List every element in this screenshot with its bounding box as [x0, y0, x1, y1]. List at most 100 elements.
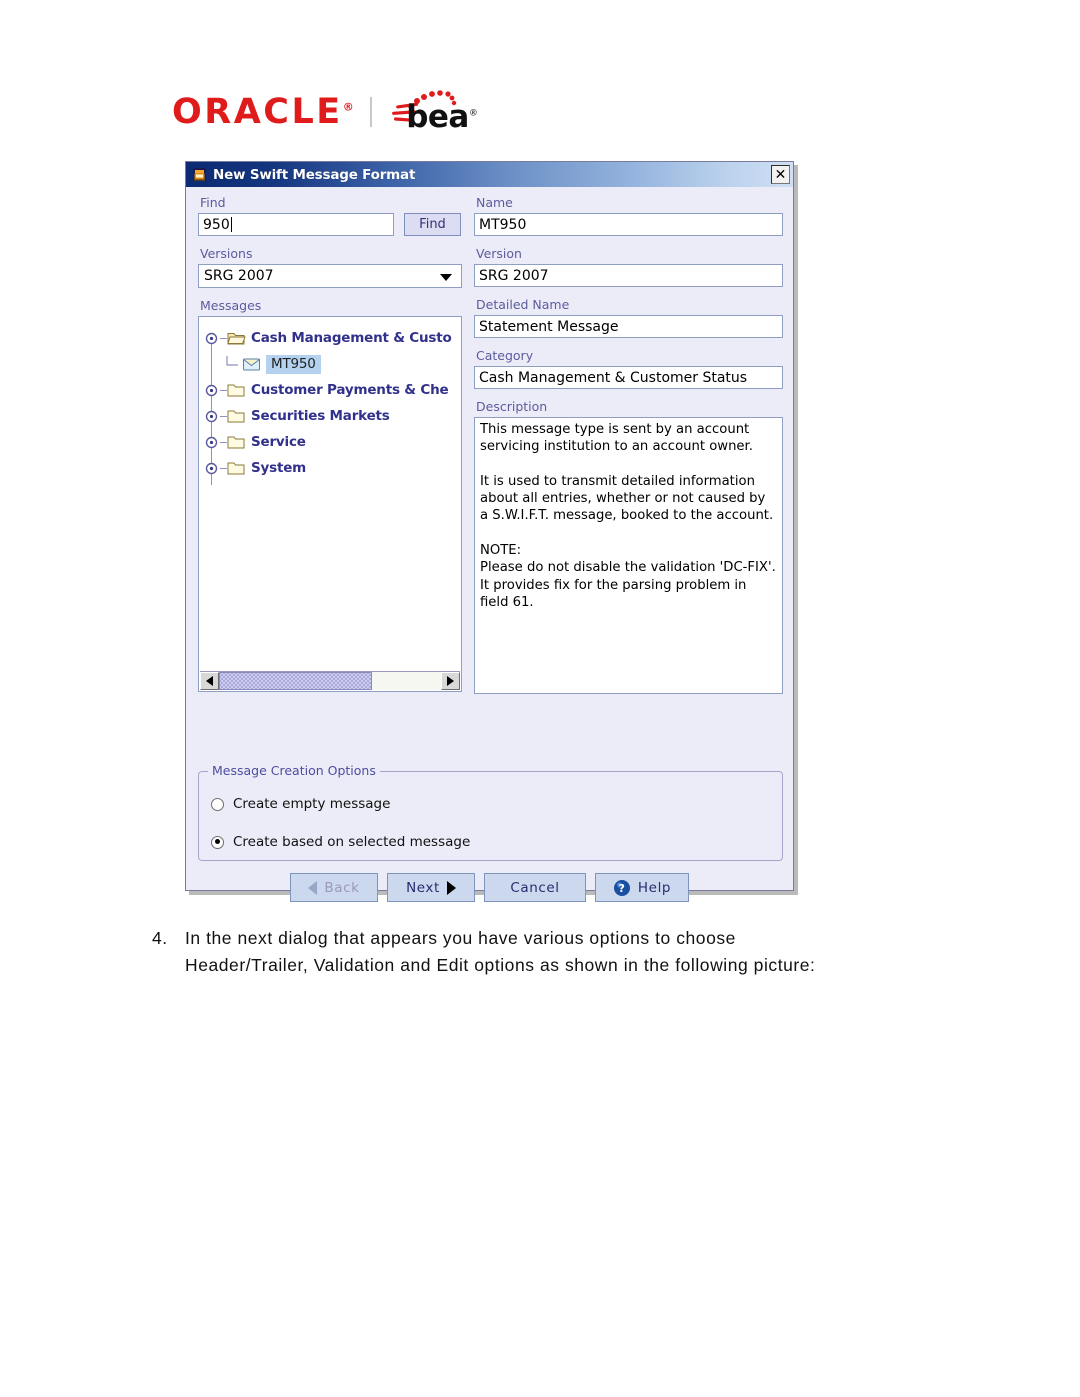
- logo-divider: [370, 97, 373, 127]
- scrollbar-track[interactable]: [219, 672, 441, 690]
- version-label: Version: [476, 246, 522, 261]
- tree-item-label: Securities Markets: [251, 408, 390, 424]
- expand-handle-icon[interactable]: [203, 382, 220, 399]
- folder-icon: [227, 382, 246, 398]
- oracle-wordmark: ORACLE®: [172, 91, 357, 132]
- dialog-body: Find 950 Find Versions SRG 2007 Messages: [186, 187, 793, 902]
- cancel-button-label: Cancel: [510, 879, 560, 896]
- dialog-columns: Find 950 Find Versions SRG 2007 Messages: [198, 195, 783, 694]
- back-button-label: Back: [324, 879, 360, 896]
- scrollbar-thumb[interactable]: [219, 672, 372, 690]
- versions-dropdown[interactable]: SRG 2007: [198, 264, 462, 288]
- folder-open-icon: [227, 330, 246, 346]
- expand-handle-icon[interactable]: [203, 434, 220, 451]
- find-row: 950 Find: [198, 213, 462, 236]
- tree-item-service[interactable]: Service: [199, 429, 461, 455]
- radio-create-based-on-selected[interactable]: Create based on selected message: [211, 829, 782, 855]
- cancel-button[interactable]: Cancel: [484, 873, 586, 902]
- expand-handle-icon[interactable]: [203, 330, 220, 347]
- find-input[interactable]: 950: [198, 213, 394, 236]
- tree-dash: [220, 441, 227, 443]
- oracle-registered-mark: ®: [342, 99, 357, 113]
- tree-item-customer-payments[interactable]: Customer Payments & Che: [199, 377, 461, 403]
- tree-elbow-icon: [225, 355, 242, 373]
- tree-item-system[interactable]: System: [199, 455, 461, 481]
- triangle-left-icon: [206, 676, 213, 686]
- version-field[interactable]: SRG 2007: [474, 264, 783, 287]
- oracle-bea-logo: ORACLE® bea®: [172, 88, 478, 136]
- expand-handle-icon[interactable]: [203, 460, 220, 477]
- radio-create-empty-message[interactable]: Create empty message: [211, 791, 782, 817]
- name-label: Name: [476, 195, 513, 210]
- next-button-label: Next: [406, 879, 440, 896]
- find-button[interactable]: Find: [404, 213, 461, 236]
- message-creation-options-group: Message Creation Options Create empty me…: [198, 763, 783, 861]
- tree-dash: [220, 337, 227, 339]
- description-label: Description: [476, 399, 548, 414]
- arrow-left-icon: [308, 880, 318, 895]
- bea-registered-mark: ®: [468, 108, 478, 119]
- tree-item-label: Cash Management & Custo: [251, 330, 452, 346]
- java-coffee-cup-icon: [193, 168, 206, 181]
- folder-icon: [227, 408, 246, 424]
- category-field[interactable]: Cash Management & Customer Status: [474, 366, 783, 389]
- tree-item-cash-management[interactable]: Cash Management & Custo: [199, 325, 461, 351]
- folder-icon: [227, 434, 246, 450]
- tree-dash: [220, 415, 227, 417]
- name-field[interactable]: MT950: [474, 213, 783, 236]
- find-input-value: 950: [203, 216, 230, 233]
- tree-horizontal-scrollbar[interactable]: [200, 671, 460, 690]
- close-icon[interactable]: ✕: [771, 165, 790, 184]
- oracle-wordmark-text: ORACLE: [172, 91, 343, 132]
- step-text: In the next dialog that appears you have…: [185, 925, 972, 979]
- scroll-right-button[interactable]: [441, 672, 460, 690]
- back-button[interactable]: Back: [290, 873, 378, 902]
- step-line-1: In the next dialog that appears you have…: [185, 928, 736, 948]
- bea-wordmark-text-wrap: bea®: [406, 99, 478, 135]
- bea-wordmark-text: bea: [406, 99, 469, 135]
- tree-item-securities-markets[interactable]: Securities Markets: [199, 403, 461, 429]
- message-creation-options-title: Message Creation Options: [208, 763, 380, 778]
- tree-item-mt950[interactable]: MT950: [199, 351, 461, 377]
- tree-item-label: System: [251, 460, 307, 476]
- scroll-left-button[interactable]: [200, 672, 219, 690]
- next-button[interactable]: Next: [387, 873, 475, 902]
- arrow-right-icon: [446, 880, 456, 895]
- tree-dash: [220, 389, 227, 391]
- step-number: 4.: [152, 928, 168, 948]
- find-label: Find: [200, 195, 226, 210]
- dialog-title-bar: New Swift Message Format ✕: [186, 162, 793, 187]
- svg-text:?: ?: [618, 882, 625, 895]
- text-caret: [230, 217, 232, 232]
- category-label: Category: [476, 348, 534, 363]
- tree-item-label: MT950: [266, 354, 321, 374]
- radio-label: Create based on selected message: [233, 834, 471, 850]
- tree-item-label: Customer Payments & Che: [251, 382, 449, 398]
- step-line-2: Header/Trailer, Validation and Edit opti…: [185, 955, 816, 975]
- right-column: Name MT950 Version SRG 2007 Detailed Nam…: [474, 195, 783, 694]
- step-paragraph: 4. In the next dialog that appears you h…: [152, 925, 972, 979]
- new-swift-message-format-dialog: New Swift Message Format ✕ Find 950 Find…: [185, 161, 794, 902]
- bea-wordmark: bea®: [388, 90, 478, 134]
- messages-label: Messages: [200, 298, 262, 313]
- folder-icon: [227, 460, 246, 476]
- message-envelope-icon: [242, 356, 261, 372]
- messages-tree: Cash Management & Custo MT950 Customer P…: [199, 317, 461, 485]
- radio-button-selected-icon[interactable]: [211, 835, 224, 849]
- messages-tree-panel[interactable]: Cash Management & Custo MT950 Customer P…: [198, 316, 462, 692]
- chevron-down-icon: [440, 274, 452, 281]
- triangle-right-icon: [447, 676, 454, 686]
- tree-dash: [220, 467, 227, 469]
- detailed-name-field[interactable]: Statement Message: [474, 315, 783, 338]
- expand-handle-icon[interactable]: [203, 408, 220, 425]
- tree-item-label: Service: [251, 434, 306, 450]
- help-button[interactable]: ? Help: [595, 873, 689, 902]
- description-field[interactable]: This message type is sent by an account …: [474, 417, 783, 694]
- radio-button-icon[interactable]: [211, 797, 224, 811]
- versions-dropdown-value: SRG 2007: [204, 268, 274, 284]
- versions-label: Versions: [200, 246, 253, 261]
